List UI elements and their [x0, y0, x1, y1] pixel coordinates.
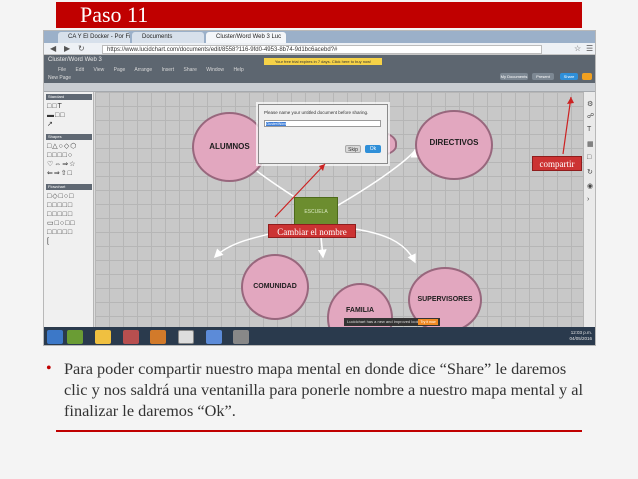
app-icon[interactable]: [233, 330, 249, 344]
menu-bar: File Edit View Page Arrange Insert Share…: [58, 67, 252, 73]
share-button[interactable]: Share: [560, 73, 578, 80]
page-tab[interactable]: New Page: [48, 75, 71, 81]
star-icon[interactable]: ☆: [574, 44, 581, 54]
share-arrowhead: [567, 97, 574, 104]
theme-icon[interactable]: ◉: [587, 182, 593, 190]
browser-tab-active[interactable]: Cluster/Word Web 3 Luc: [206, 32, 286, 43]
folder-icon[interactable]: [95, 330, 111, 344]
powerpoint-icon[interactable]: [150, 330, 166, 344]
present-button[interactable]: Present: [532, 73, 554, 80]
link-icon[interactable]: ☍: [587, 112, 594, 120]
panel-header-shapes[interactable]: Shapes: [46, 134, 92, 140]
standard-shapes[interactable]: □□T ▬□□ ↗: [47, 102, 65, 129]
share-arrow: [562, 96, 572, 155]
word-icon[interactable]: [206, 330, 222, 344]
back-icon[interactable]: ◀: [50, 44, 56, 54]
browser-tab[interactable]: Documents: [132, 32, 204, 43]
chevron-icon[interactable]: ›: [587, 196, 589, 203]
bullet-marker: •: [46, 360, 52, 377]
rename-callout: Cambiar el nombre: [268, 224, 356, 238]
slide-title: Paso 11: [80, 2, 149, 27]
screenshot-frame: CA Y El Docker - Por Fil Documents Clust…: [43, 30, 596, 346]
menu-insert[interactable]: Insert: [162, 67, 175, 73]
menu-arrange[interactable]: Arrange: [134, 67, 152, 73]
menu-file[interactable]: File: [58, 67, 66, 73]
app-header: Cluster/Word Web 3 File Edit View Page A…: [44, 55, 595, 83]
gear-icon[interactable]: ⚙: [587, 100, 593, 108]
taskbar-app-icon[interactable]: [67, 330, 83, 344]
windows-taskbar: Lucidchart has a new and improved look. …: [44, 318, 595, 345]
history-icon[interactable]: ↻: [587, 168, 593, 176]
menu-share[interactable]: Share: [184, 67, 197, 73]
menu-view[interactable]: View: [93, 67, 104, 73]
menu-page[interactable]: Page: [114, 67, 126, 73]
clock-date: 04/05/2016: [569, 336, 592, 341]
bullet-text: Para poder compartir nuestro mapa mental…: [64, 359, 583, 420]
rename-arrow: [274, 163, 326, 218]
browser-tab[interactable]: CA Y El Docker - Por Fil: [58, 32, 130, 43]
url-field[interactable]: https://www.lucidchart.com/documents/edi…: [102, 45, 542, 54]
taskbar-clock[interactable]: 12:03 p.m. 04/05/2016: [560, 330, 592, 342]
trial-banner[interactable]: Your free trial expires in 7 days. Click…: [264, 58, 382, 65]
menu-window[interactable]: Window: [206, 67, 224, 73]
divider-line: [56, 430, 582, 432]
menu-icon[interactable]: ☰: [586, 44, 593, 54]
user-avatar[interactable]: [582, 73, 592, 80]
refresh-icon[interactable]: ↻: [78, 44, 85, 54]
document-title[interactable]: Cluster/Word Web 3: [48, 57, 102, 63]
text-icon[interactable]: T: [587, 126, 591, 133]
address-bar-row: ◀ ▶ ↻ https://www.lucidchart.com/documen…: [44, 43, 595, 55]
slide: Paso 11 CA Y El Docker - Por Fil Documen…: [0, 0, 638, 479]
menu-help[interactable]: Help: [233, 67, 243, 73]
comment-icon[interactable]: □: [587, 154, 591, 161]
toast-text: Lucidchart has a new and improved look.: [347, 319, 420, 324]
share-callout: compartir: [532, 156, 582, 171]
layers-icon[interactable]: ▦: [587, 140, 594, 148]
browser-tabbar: CA Y El Docker - Por Fil Documents Clust…: [44, 31, 595, 43]
flowchart-shapes[interactable]: □◇□○□ □□□□□ □□□□□ ▭□○□□ □□□□□ [: [47, 192, 76, 246]
media-icon[interactable]: [123, 330, 139, 344]
basic-shapes[interactable]: □△○◇⬡ □□□□○ ♡⇔⇒☆ ⇐⇒⇧□: [47, 142, 77, 178]
chrome-icon[interactable]: [178, 330, 194, 344]
new-look-toast: Lucidchart has a new and improved look. …: [344, 318, 440, 326]
shape-library-panel: Standard □□T ▬□□ ↗ Shapes □△○◇⬡ □□□□○ ♡⇔…: [44, 92, 94, 327]
panel-header-flowchart[interactable]: Flowchart: [46, 184, 92, 190]
right-tool-rail: ⚙ ☍ T ▦ □ ↻ ◉ ›: [583, 92, 595, 327]
start-icon[interactable]: [47, 330, 63, 344]
forward-icon[interactable]: ▶: [64, 44, 70, 54]
format-toolbar: [44, 83, 595, 92]
my-documents-button[interactable]: My Documents: [500, 73, 528, 80]
try-it-now-button[interactable]: Try it now: [418, 319, 438, 325]
annotation-arrows: [274, 96, 574, 218]
diagram-canvas[interactable]: ALUMNOS DIRECTIVOS COMUNIDAD FAMILIA SUP…: [95, 92, 583, 345]
panel-header-standard[interactable]: Standard: [46, 94, 92, 100]
menu-edit[interactable]: Edit: [75, 67, 84, 73]
